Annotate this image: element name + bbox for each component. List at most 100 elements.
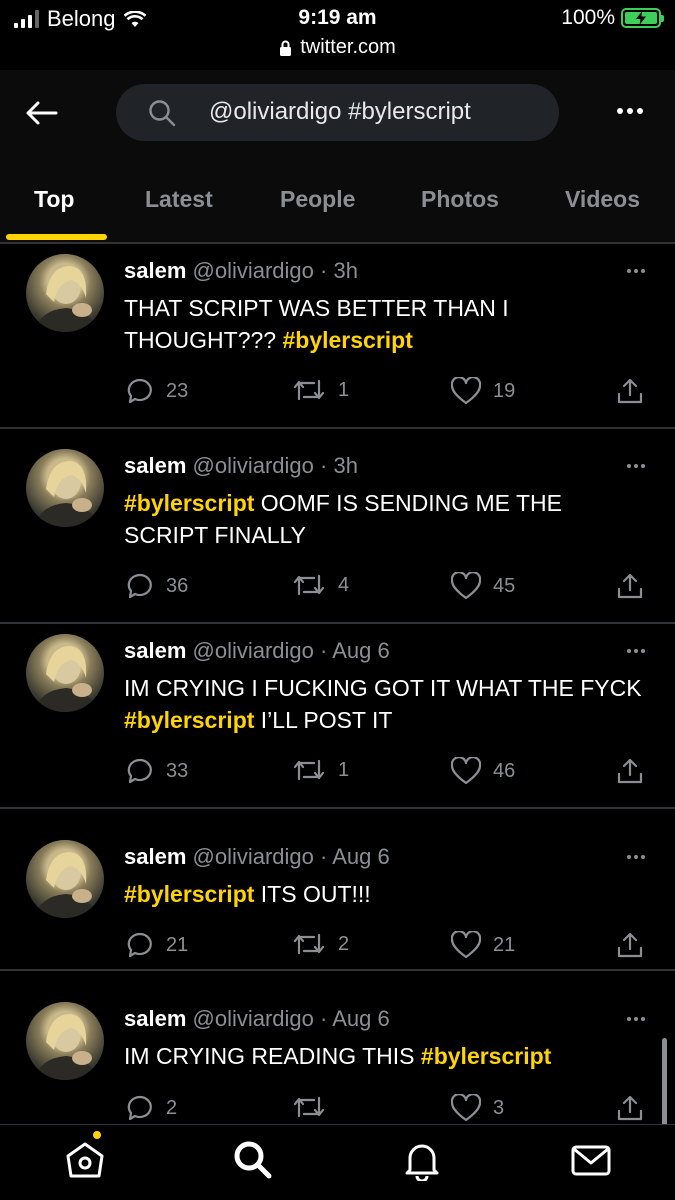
search-input[interactable]: @oliviardigo #bylerscript	[116, 84, 559, 141]
tweet[interactable]: salem @oliviardigo · Aug 6 IM CRYING READ…	[0, 971, 675, 1131]
tweet-actions: 23	[124, 1094, 654, 1124]
tweet-more-icon[interactable]	[627, 269, 645, 273]
reply-button[interactable]: 36	[126, 572, 188, 600]
battery-status: 100%	[561, 6, 664, 30]
retweet-button[interactable]: 2	[292, 931, 349, 957]
tweet-header: salem @oliviardigo · 3h	[124, 258, 358, 284]
lock-icon	[280, 40, 292, 56]
tweet[interactable]: salem @oliviardigo · Aug 6 IM CRYING I FU…	[0, 624, 675, 809]
hashtag-link[interactable]: #bylerscript	[421, 1043, 551, 1069]
separator-dot: ·	[313, 258, 334, 283]
tweet-more-icon[interactable]	[627, 649, 645, 653]
tweet-text: IM CRYING READING THIS #bylerscript	[124, 1040, 644, 1072]
like-count: 46	[493, 759, 516, 782]
reply-button[interactable]: 2	[126, 1094, 177, 1122]
username[interactable]: @oliviardigo	[193, 258, 314, 283]
like-button[interactable]: 21	[451, 931, 515, 959]
tweet-more-icon[interactable]	[627, 1017, 645, 1021]
timestamp[interactable]: 3h	[333, 258, 357, 283]
battery-percent: 100%	[561, 6, 615, 29]
tweet-text: #bylerscript OOMF IS SENDING ME THE SCRI…	[124, 487, 644, 551]
tweet-header: salem @oliviardigo · Aug 6	[124, 638, 390, 664]
tweet-more-icon[interactable]	[627, 464, 645, 468]
display-name[interactable]: salem	[124, 1006, 186, 1031]
retweet-icon	[293, 1096, 325, 1118]
reply-count: 2	[166, 1096, 178, 1119]
reply-icon	[127, 932, 152, 958]
tweet-text: IM CRYING I FUCKING GOT IT WHAT THE FYCK…	[124, 672, 644, 736]
avatar[interactable]	[26, 449, 104, 527]
like-button[interactable]: 45	[451, 572, 515, 600]
like-count: 19	[493, 379, 516, 402]
search-tabs: Top Latest People Photos Videos	[0, 178, 675, 242]
display-name[interactable]: salem	[124, 844, 186, 869]
share-icon	[617, 1095, 643, 1121]
timestamp[interactable]: 3h	[333, 453, 357, 478]
tab-latest[interactable]: Latest	[145, 186, 213, 213]
tab-people[interactable]: People	[280, 186, 355, 213]
retweet-count: 4	[338, 573, 350, 596]
like-button[interactable]: 46	[451, 757, 515, 785]
reply-button[interactable]: 23	[126, 377, 188, 405]
retweet-button[interactable]: 1	[292, 377, 349, 403]
notifications-bell-icon[interactable]	[401, 1139, 443, 1181]
tweet[interactable]: salem @oliviardigo · Aug 6 #bylerscript I…	[0, 809, 675, 971]
tweet-more-icon[interactable]	[627, 855, 645, 859]
share-button[interactable]	[616, 1094, 644, 1122]
share-button[interactable]	[616, 757, 644, 785]
messages-envelope-icon[interactable]	[570, 1139, 612, 1181]
search-icon	[149, 100, 176, 127]
hashtag-link[interactable]: #bylerscript	[124, 707, 254, 733]
tweet-actions: 21 2 21	[124, 931, 654, 961]
hashtag-link[interactable]: #bylerscript	[282, 327, 412, 353]
reply-button[interactable]: 33	[126, 757, 188, 785]
like-count: 45	[493, 574, 516, 597]
timestamp[interactable]: Aug 6	[332, 638, 390, 663]
back-arrow-icon[interactable]	[24, 98, 60, 128]
like-button[interactable]: 19	[451, 377, 515, 405]
avatar[interactable]	[26, 634, 104, 712]
more-options-icon[interactable]	[617, 108, 643, 114]
address-bar[interactable]: twitter.com	[0, 36, 675, 59]
explore-search-icon[interactable]	[232, 1139, 274, 1181]
share-button[interactable]	[616, 572, 644, 600]
share-button[interactable]	[616, 931, 644, 959]
username[interactable]: @oliviardigo	[193, 844, 314, 869]
share-button[interactable]	[616, 377, 644, 405]
avatar[interactable]	[26, 840, 104, 918]
display-name[interactable]: salem	[124, 258, 186, 283]
reply-button[interactable]: 21	[126, 931, 188, 959]
heart-icon	[451, 377, 481, 405]
tweet-header: salem @oliviardigo · Aug 6	[124, 844, 390, 870]
scrollbar[interactable]	[662, 1038, 667, 1126]
retweet-button[interactable]: 1	[292, 757, 349, 783]
home-icon[interactable]	[64, 1139, 106, 1181]
username[interactable]: @oliviardigo	[193, 638, 314, 663]
avatar[interactable]	[26, 254, 104, 332]
retweet-button[interactable]	[292, 1094, 338, 1120]
reply-count: 33	[166, 759, 189, 782]
username[interactable]: @oliviardigo	[193, 1006, 314, 1031]
bottom-navigation	[0, 1124, 675, 1200]
avatar[interactable]	[26, 1002, 104, 1080]
display-name[interactable]: salem	[124, 638, 186, 663]
retweet-button[interactable]: 4	[292, 572, 349, 598]
like-count: 21	[493, 933, 516, 956]
like-button[interactable]: 3	[451, 1094, 504, 1122]
separator-dot: ·	[313, 844, 333, 869]
heart-icon	[451, 1094, 481, 1122]
display-name[interactable]: salem	[124, 453, 186, 478]
username[interactable]: @oliviardigo	[193, 453, 314, 478]
tab-photos[interactable]: Photos	[421, 186, 499, 213]
timestamp[interactable]: Aug 6	[332, 844, 390, 869]
reply-count: 21	[166, 933, 189, 956]
tab-top[interactable]: Top	[34, 186, 74, 213]
tweet[interactable]: salem @oliviardigo · 3h #bylerscript OOMF…	[0, 429, 675, 624]
timestamp[interactable]: Aug 6	[332, 1006, 390, 1031]
hashtag-link[interactable]: #bylerscript	[124, 881, 254, 907]
separator-dot: ·	[313, 1006, 333, 1031]
retweet-count: 2	[338, 932, 350, 955]
tweet[interactable]: salem @oliviardigo · 3h THAT SCRIPT WAS B…	[0, 244, 675, 429]
hashtag-link[interactable]: #bylerscript	[124, 490, 254, 516]
tab-videos[interactable]: Videos	[565, 186, 640, 213]
